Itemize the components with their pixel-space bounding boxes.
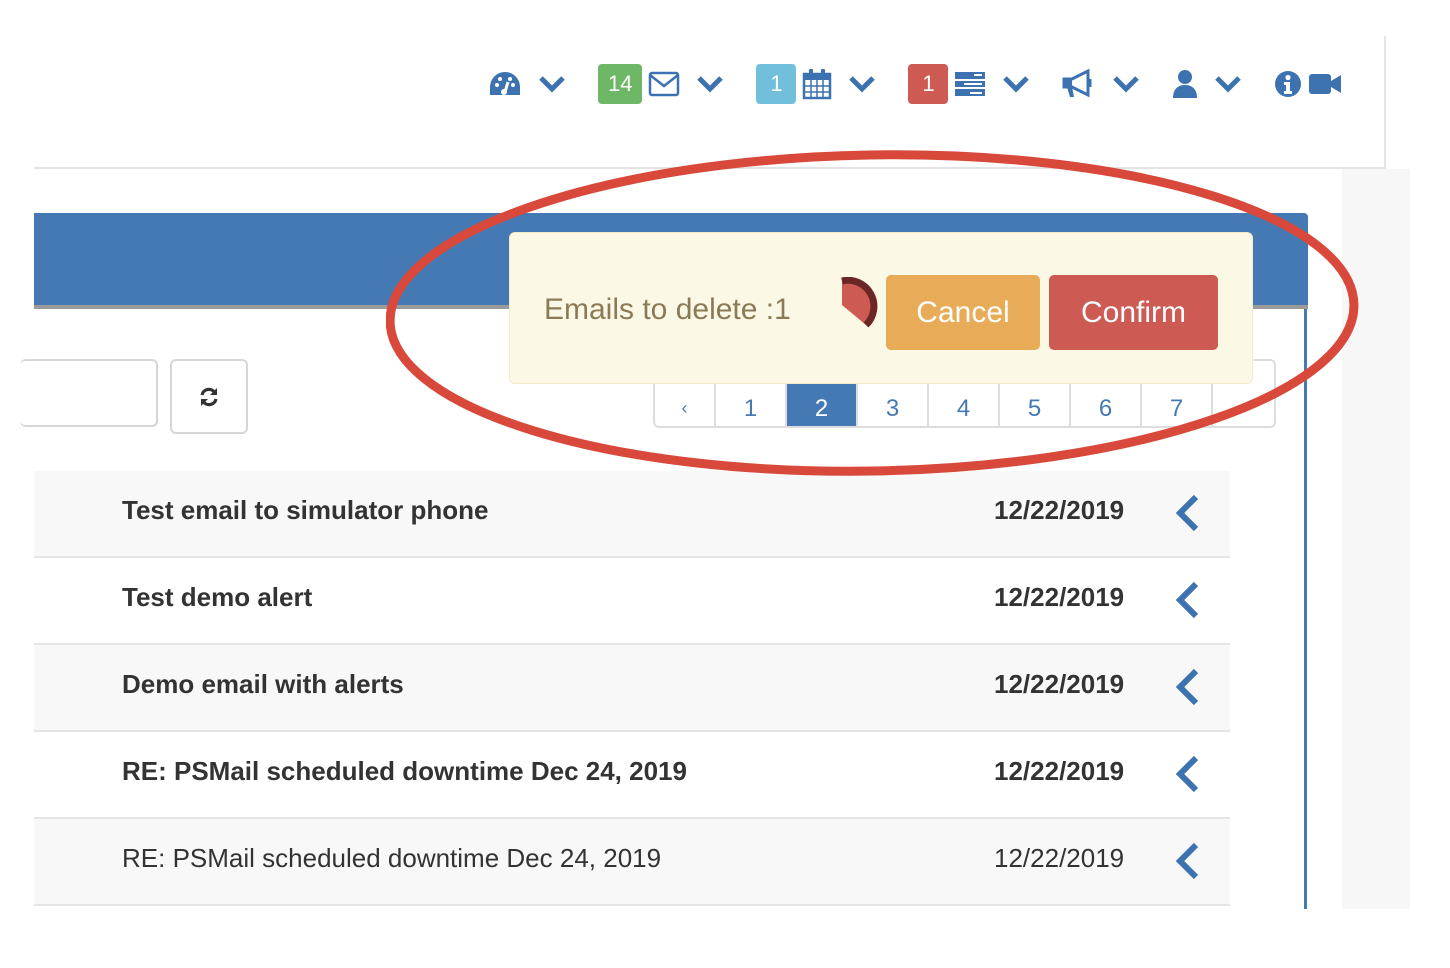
nav-dashboard[interactable]: [488, 70, 566, 98]
loading-spinner-icon: [840, 276, 880, 338]
dashboard-icon: [488, 70, 522, 98]
cancel-button[interactable]: Cancel: [886, 275, 1040, 350]
chevron-down-icon[interactable]: [1002, 75, 1030, 93]
navbar-icons: 14 1 1: [488, 64, 1342, 104]
email-subject: RE: PSMail scheduled downtime Dec 24, 20…: [122, 756, 687, 786]
email-row[interactable]: RE: PSMail scheduled downtime Dec 24, 20…: [34, 819, 1230, 906]
chevron-left-icon[interactable]: [1172, 754, 1202, 799]
video-camera-icon[interactable]: [1308, 71, 1342, 97]
user-icon: [1172, 69, 1198, 99]
email-list: Test email to simulator phone 12/22/2019…: [34, 471, 1230, 906]
right-gutter: [1342, 169, 1410, 909]
email-subject: Test email to simulator phone: [122, 495, 489, 525]
email-date: 12/22/2019: [994, 669, 1125, 699]
chevron-down-icon[interactable]: [538, 75, 566, 93]
chevron-left-icon[interactable]: [1172, 493, 1202, 538]
email-date: 12/22/2019: [994, 843, 1125, 873]
chevron-left-icon[interactable]: [1172, 667, 1202, 712]
nav-user[interactable]: [1172, 69, 1242, 99]
search-input[interactable]: [20, 359, 158, 427]
calendar-icon: [802, 68, 832, 100]
envelope-icon: [648, 71, 680, 97]
email-subject: RE: PSMail scheduled downtime Dec 24, 20…: [122, 843, 662, 873]
tasks-icon: [954, 70, 986, 98]
refresh-icon: [198, 386, 220, 408]
nav-tasks[interactable]: 1: [908, 64, 1030, 104]
email-row[interactable]: Test email to simulator phone 12/22/2019: [34, 471, 1230, 558]
chevron-down-icon[interactable]: [1112, 75, 1140, 93]
chevron-left-icon[interactable]: [1172, 580, 1202, 625]
info-icon[interactable]: [1274, 70, 1302, 98]
tasks-count-badge: 1: [908, 64, 949, 104]
email-date: 12/22/2019: [994, 582, 1125, 612]
chevron-down-icon[interactable]: [1214, 75, 1242, 93]
email-date: 12/22/2019: [994, 495, 1125, 525]
email-row[interactable]: RE: PSMail scheduled downtime Dec 24, 20…: [34, 732, 1230, 819]
email-row[interactable]: Demo email with alerts 12/22/2019: [34, 645, 1230, 732]
chevron-down-icon[interactable]: [696, 75, 724, 93]
email-subject: Test demo alert: [122, 582, 313, 612]
email-row[interactable]: Test demo alert 12/22/2019: [34, 558, 1230, 645]
nav-calendar[interactable]: 1: [756, 64, 876, 104]
panel-border: [1304, 309, 1307, 909]
email-date: 12/22/2019: [994, 756, 1125, 786]
confirm-button[interactable]: Confirm: [1049, 275, 1218, 350]
nav-announcements[interactable]: [1062, 69, 1140, 99]
chevron-left-icon[interactable]: [1172, 841, 1202, 886]
bullhorn-icon: [1062, 69, 1096, 99]
calendar-count-badge: 1: [756, 64, 797, 104]
refresh-button[interactable]: [170, 359, 248, 434]
delete-confirm-dialog: Emails to delete :1 Cancel Confirm: [509, 232, 1253, 384]
chevron-down-icon[interactable]: [848, 75, 876, 93]
delete-count-message: Emails to delete :1: [544, 293, 791, 326]
nav-mail[interactable]: 14: [598, 64, 724, 104]
email-subject: Demo email with alerts: [122, 669, 404, 699]
mail-count-badge: 14: [598, 64, 643, 104]
